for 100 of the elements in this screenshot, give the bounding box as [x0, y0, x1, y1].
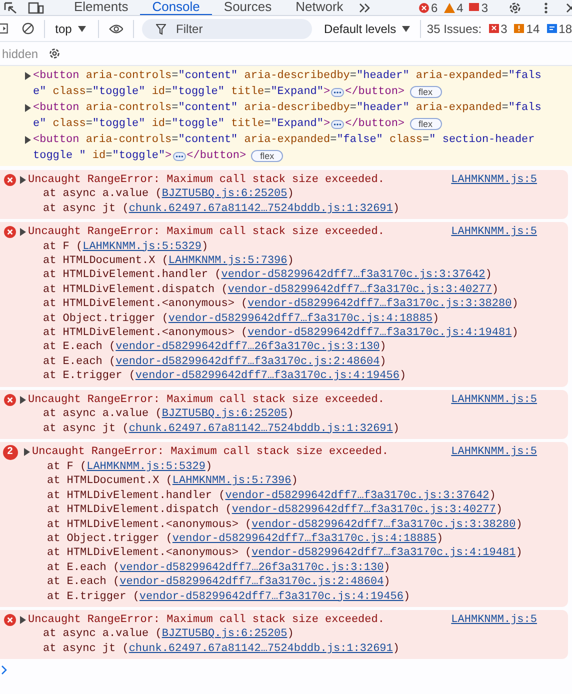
collapsed-triangle-icon[interactable] — [25, 136, 31, 144]
collapsed-triangle-icon[interactable] — [25, 72, 31, 80]
ellipsis-icon[interactable] — [331, 120, 344, 128]
panel-tab[interactable]: Sources — [212, 0, 284, 15]
stack-frame-line: at HTMLDivElement.handler (vendor-d58299642dff7…f3a3170c.js:3:37642) — [42, 268, 493, 283]
error-message: Uncaught RangeError: Maximum call stack size exceeded. — [28, 225, 384, 240]
stack-frame-line: at HTMLDivElement.<anonymous> (vendor-d58299642dff7…f3a3170c.js:3:38280) — [46, 518, 524, 532]
stack-frame-line: at async a.value (BJZTU5BQ.js:6:25205) — [42, 627, 295, 642]
collapsed-triangle-icon[interactable] — [20, 176, 26, 184]
collapsed-triangle-icon[interactable] — [24, 448, 30, 456]
stack-frame-line: at Object.trigger (vendor-d58299642dff7…f3a3170c.js:4:18885) — [42, 312, 440, 326]
source-link[interactable]: LAHMKNMM.js:5 — [451, 612, 537, 628]
stack-frame-link[interactable]: BJZTU5BQ.js:6:25205 — [162, 188, 288, 200]
stack-frame-link[interactable]: vendor-d58299642dff7…f3a3170c.js:3:37642 — [225, 490, 490, 502]
stack-frame-line: at E.each (vendor-d58299642dff7…26f3a3170c.js:3:130) — [46, 560, 392, 576]
stack-frame-line: at E.each (vendor-d58299642dff7…f3a3170c.js:2:48604) — [46, 575, 392, 590]
stack-frame-line: at HTMLDivElement.dispatch (vendor-d58299642dff7…f3a3170c.js:3:40277) — [46, 503, 504, 518]
stack-frame-link[interactable]: chunk.62497.67a81142…7524bddb.js:1:32691 — [128, 422, 393, 434]
element-markup-line: <button aria-controls="content" aria-describedby="header" aria-expanded="fals — [33, 101, 542, 116]
ellipsis-icon[interactable] — [331, 88, 344, 96]
clear-console-icon[interactable] — [22, 21, 34, 36]
stack-frame-line: at async jt (chunk.62497.67a81142…7524bddb.js:1:32691) — [42, 422, 400, 436]
stack-frame-link[interactable]: vendor-d58299642dff7…26f3a3170c.js:3:130 — [120, 562, 384, 574]
layout-badge[interactable]: flex — [251, 150, 284, 162]
stack-frame-link[interactable]: vendor-d58299642dff7…f3a3170c.js:2:48604 — [116, 356, 380, 368]
error-message: Uncaught RangeError: Maximum call stack size exceeded. — [28, 392, 384, 408]
stack-frame-line: at HTMLDivElement.handler (vendor-d58299642dff7…f3a3170c.js:3:37642) — [46, 488, 497, 504]
panel-tab[interactable]: Elements — [62, 0, 140, 15]
stack-frame-link[interactable]: chunk.62497.67a81142…7524bddb.js:1:32691 — [128, 642, 393, 655]
error-icon — [4, 394, 16, 406]
layout-badge[interactable]: flex — [410, 118, 442, 130]
stack-frame-link[interactable]: BJZTU5BQ.js:6:25205 — [162, 628, 288, 640]
element-markup-line: <button aria-controls="content" aria-expanded="false" class=" section-header — [33, 133, 535, 148]
stack-frame-link[interactable]: vendor-d58299642dff7…f3a3170c.js:4:19456 — [135, 370, 400, 382]
stack-frame-link[interactable]: BJZTU5BQ.js:6:25205 — [162, 408, 288, 420]
error-message: Uncaught RangeError: Maximum call stack size exceeded. — [28, 612, 384, 628]
sidebar-toggle-icon[interactable] — [0, 22, 8, 35]
filter-field[interactable]: Filter — [142, 18, 312, 38]
stack-frame-link[interactable]: LAHMKNMM.js:5:7396 — [168, 255, 288, 268]
stack-frame-link[interactable]: vendor-d58299642dff7…f3a3170c.js:3:38280 — [252, 518, 516, 531]
stack-frame-link[interactable]: vendor-d58299642dff7…f3a3170c.js:3:38280 — [248, 298, 512, 310]
settings-icon[interactable] — [508, 0, 522, 14]
element-markup-line: e" class="toggle" id="toggle" title="Expand"> </button> — [33, 85, 405, 100]
stack-frame-line: at E.trigger (vendor-d58299642dff7…f3a3170c.js:4:19456) — [46, 590, 412, 604]
device-toolbar-icon[interactable] — [28, 2, 44, 14]
more-tabs-icon[interactable] — [359, 2, 372, 12]
inspect-cursor-icon[interactable] — [4, 2, 18, 14]
stack-frame-link[interactable]: vendor-d58299642dff7…f3a3170c.js:3:37642 — [221, 269, 486, 282]
stack-frame-link[interactable]: vendor-d58299642dff7…f3a3170c.js:4:19481 — [252, 547, 516, 560]
source-link[interactable]: LAHMKNMM.js:5 — [451, 225, 537, 240]
panel-tab[interactable]: Network — [284, 0, 356, 15]
settings-icon[interactable] — [48, 47, 62, 60]
stack-frame-link[interactable]: vendor-d58299642dff7…f3a3170c.js:2:48604 — [120, 576, 384, 588]
stack-frame-line: at async jt (chunk.62497.67a81142…7524bddb.js:1:32691) — [42, 642, 400, 656]
stack-frame-line: at F (LAHMKNMM.js:5:5329) — [46, 460, 214, 474]
stack-frame-link[interactable]: vendor-d58299642dff7…f3a3170c.js:4:18885 — [168, 312, 432, 325]
error-icon — [4, 226, 16, 238]
stack-frame-link[interactable]: vendor-d58299642dff7…f3a3170c.js:3:40277 — [232, 504, 496, 516]
error-count-icon — [418, 2, 429, 12]
panel-tab[interactable]: Console — [140, 0, 212, 15]
issue-count-icon — [469, 2, 480, 12]
stack-frame-line: at async a.value (BJZTU5BQ.js:6:25205) — [42, 407, 295, 422]
eye-icon[interactable] — [108, 22, 124, 34]
warning-count-icon — [444, 2, 455, 12]
stack-frame-line: at async a.value (BJZTU5BQ.js:6:25205) — [42, 187, 295, 202]
stack-frame-link[interactable]: vendor-d58299642dff7…f3a3170c.js:4:18885 — [172, 532, 436, 545]
ellipsis-icon[interactable] — [172, 152, 186, 160]
filter-icon — [156, 24, 166, 34]
warning-count: 4 — [456, 0, 464, 14]
stack-frame-link[interactable]: vendor-d58299642dff7…f3a3170c.js:4:19456 — [139, 590, 404, 603]
stack-frame-line: at HTMLDivElement.<anonymous> (vendor-d58299642dff7…f3a3170c.js:4:19481) — [42, 326, 520, 340]
source-link[interactable]: LAHMKNMM.js:5 — [451, 392, 537, 408]
stack-frame-line: at E.each (vendor-d58299642dff7…f3a3170c.js:2:48604) — [42, 354, 388, 370]
source-link[interactable]: LAHMKNMM.js:5 — [451, 173, 537, 188]
collapsed-triangle-icon[interactable] — [20, 616, 26, 624]
stack-frame-line: at HTMLDivElement.<anonymous> (vendor-d58299642dff7…f3a3170c.js:3:38280) — [42, 297, 520, 312]
console-prompt-icon[interactable] — [1, 665, 7, 676]
stack-frame-line: at E.trigger (vendor-d58299642dff7…f3a3170c.js:4:19456) — [42, 369, 408, 384]
context-dropdown[interactable]: top — [55, 20, 86, 38]
stack-frame-line: at F (LAHMKNMM.js:5:5329) — [42, 240, 210, 254]
error-issue-icon — [488, 24, 499, 34]
collapsed-triangle-icon[interactable] — [20, 396, 26, 404]
source-link[interactable]: LAHMKNMM.js:5 — [451, 445, 537, 460]
info-issue-icon — [546, 24, 557, 34]
stack-frame-link[interactable]: vendor-d58299642dff7…26f3a3170c.js:3:130 — [116, 341, 380, 354]
stack-frame-link[interactable]: vendor-d58299642dff7…f3a3170c.js:3:40277 — [228, 284, 492, 296]
log-levels-dropdown[interactable]: Default levels — [324, 20, 410, 38]
stack-frame-line: at HTMLDivElement.dispatch (vendor-d58299642dff7…f3a3170c.js:3:40277) — [42, 282, 500, 298]
element-markup-line: e" class="toggle" id="toggle" title="Expand"> </button> — [33, 117, 405, 132]
stack-frame-link[interactable]: LAHMKNMM.js:5:5329 — [82, 240, 202, 253]
layout-badge[interactable]: flex — [410, 86, 442, 98]
kebab-menu-icon[interactable] — [544, 2, 548, 14]
collapsed-triangle-icon[interactable] — [20, 228, 26, 236]
stack-frame-link[interactable]: LAHMKNMM.js:5:5329 — [86, 460, 206, 473]
issues-button[interactable]: 35 Issues: 3 14 18 — [426, 20, 572, 38]
stack-frame-link[interactable]: chunk.62497.67a81142…7524bddb.js:1:32691 — [128, 202, 393, 215]
collapsed-triangle-icon[interactable] — [25, 104, 31, 112]
stack-frame-link[interactable]: vendor-d58299642dff7…f3a3170c.js:4:19481 — [248, 327, 512, 340]
stack-frame-line: at E.each (vendor-d58299642dff7…26f3a3170c.js:3:130) — [42, 340, 388, 355]
stack-frame-link[interactable]: LAHMKNMM.js:5:7396 — [172, 475, 292, 488]
